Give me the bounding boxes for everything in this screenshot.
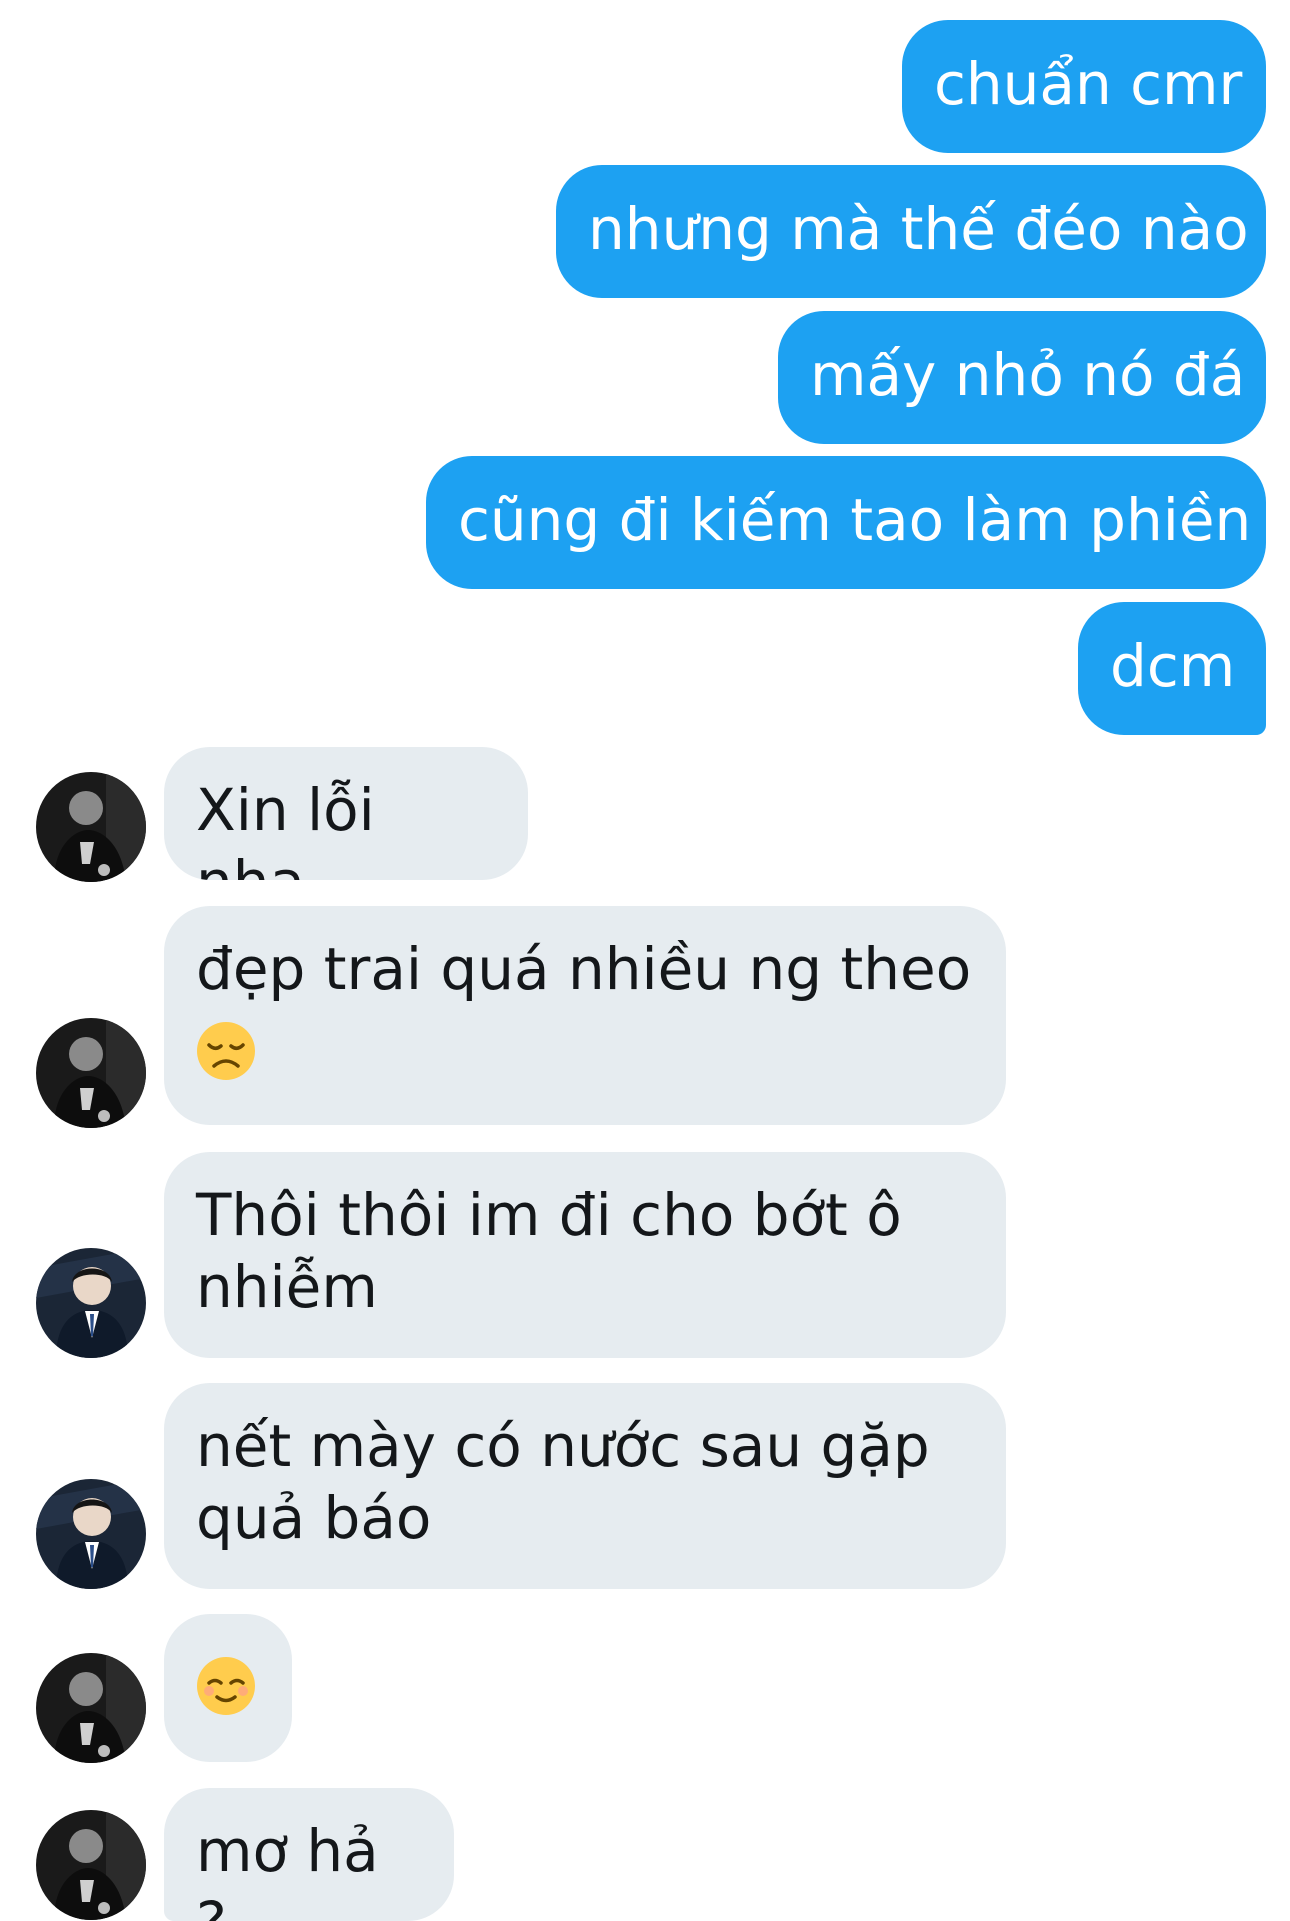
received-message-bubble[interactable]: Xin lỗi nha bbox=[164, 747, 528, 880]
message-text: nết mày có nước sau gặp quả báo bbox=[196, 1412, 930, 1552]
message-text: đẹp trai quá nhiều ng theo bbox=[196, 935, 972, 1003]
received-message-bubble[interactable]: đẹp trai quá nhiều ng theo bbox=[164, 906, 1006, 1125]
avatar-suit-photo-icon[interactable] bbox=[36, 1479, 146, 1589]
sent-message-bubble[interactable]: dcm bbox=[1078, 602, 1266, 735]
disappointed-face-emoji bbox=[197, 1021, 255, 1080]
avatar-dark-photo-icon[interactable] bbox=[36, 1810, 146, 1920]
relieved-face-emoji bbox=[197, 1656, 255, 1715]
avatar-dark-photo-icon[interactable] bbox=[36, 1653, 146, 1763]
message-text: Xin lỗi nha bbox=[196, 776, 375, 880]
received-message-bubble[interactable]: Thôi thôi im đi cho bớt ô nhiễm bbox=[164, 1152, 1006, 1358]
received-message-bubble[interactable]: mơ hả ? bbox=[164, 1788, 454, 1921]
message-text: cũng đi kiếm tao làm phiền bbox=[458, 486, 1252, 554]
sent-message-bubble[interactable]: nhưng mà thế đéo nào bbox=[556, 165, 1266, 298]
avatar-dark-photo-icon[interactable] bbox=[36, 772, 146, 882]
message-text: chuẩn cmr bbox=[934, 50, 1243, 118]
message-thread: chuẩn cmr nhưng mà thế đéo nào mấy nhỏ n… bbox=[0, 0, 1290, 1921]
sent-message-bubble[interactable]: mấy nhỏ nó đá bbox=[778, 311, 1266, 444]
message-text: mấy nhỏ nó đá bbox=[810, 341, 1246, 409]
received-message-bubble[interactable]: nết mày có nước sau gặp quả báo bbox=[164, 1383, 1006, 1589]
message-text: mơ hả ? bbox=[196, 1817, 379, 1921]
message-text: nhưng mà thế đéo nào bbox=[588, 195, 1249, 263]
avatar-dark-photo-icon[interactable] bbox=[36, 1018, 146, 1128]
avatar-suit-photo-icon[interactable] bbox=[36, 1248, 146, 1358]
received-message-bubble[interactable] bbox=[164, 1614, 292, 1762]
sent-message-bubble[interactable]: cũng đi kiếm tao làm phiền bbox=[426, 456, 1266, 589]
message-text: dcm bbox=[1110, 632, 1236, 700]
message-text: Thôi thôi im đi cho bớt ô nhiễm bbox=[196, 1181, 902, 1321]
sent-message-bubble[interactable]: chuẩn cmr bbox=[902, 20, 1266, 153]
